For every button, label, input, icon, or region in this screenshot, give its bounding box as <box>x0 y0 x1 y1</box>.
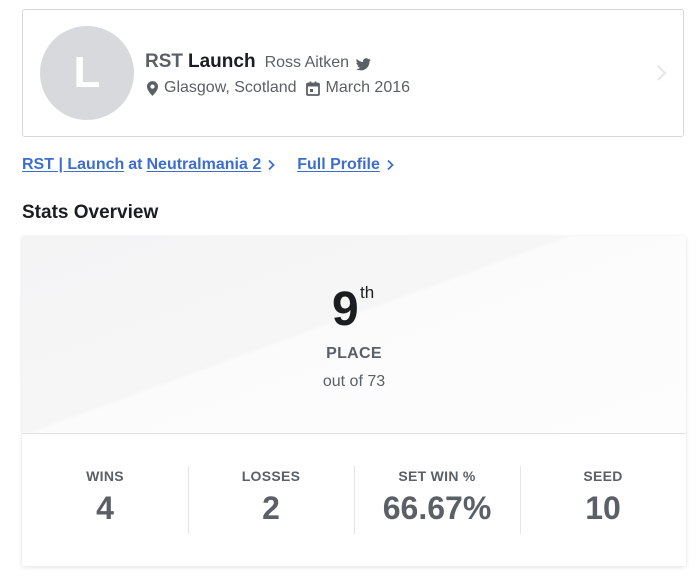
stat-label: WINS <box>86 468 124 484</box>
stats-card: 9 th PLACE out of 73 WINS 4 LOSSES 2 SET… <box>22 236 686 566</box>
map-pin-icon <box>147 80 158 96</box>
placement-suffix: th <box>360 283 375 302</box>
chevron-right-icon[interactable] <box>267 159 275 171</box>
stat-losses: LOSSES 2 <box>188 434 354 566</box>
calendar-icon <box>305 81 320 96</box>
profile-card[interactable]: L RST Launch Ross Aitken Glasgow, Scotla… <box>22 9 684 137</box>
breadcrumb-links: RST | Launch at Neutralmania 2 Full Prof… <box>22 156 394 174</box>
player-location: Glasgow, Scotland <box>164 79 297 96</box>
placement-total: out of 73 <box>322 373 386 390</box>
stats-row: WINS 4 LOSSES 2 SET WIN % 66.67% SEED 10 <box>22 434 686 566</box>
player-tag-link[interactable]: RST | Launch <box>22 156 124 174</box>
player-meta-row: Glasgow, Scotland March 2016 <box>147 79 410 97</box>
player-real-name: Ross Aitken <box>264 54 350 71</box>
tournament-link[interactable]: Neutralmania 2 <box>147 156 262 174</box>
stat-value: 66.67% <box>382 490 492 526</box>
chevron-right-icon[interactable] <box>655 64 667 82</box>
stat-set-win-percent: SET WIN % 66.67% <box>354 434 520 566</box>
stat-seed: SEED 10 <box>520 434 686 566</box>
player-joined-date: March 2016 <box>325 79 411 96</box>
stat-label: LOSSES <box>241 468 301 484</box>
avatar: L <box>40 26 134 120</box>
stat-wins: WINS 4 <box>22 434 188 566</box>
avatar-initial: L <box>73 48 101 97</box>
player-prefix: RST <box>145 51 183 72</box>
placement-number: 9 <box>332 283 359 336</box>
at-text: at <box>128 156 143 173</box>
stat-label: SET WIN % <box>398 468 476 484</box>
twitter-icon[interactable] <box>356 57 371 71</box>
stat-value: 10 <box>585 490 621 526</box>
stat-value: 2 <box>262 490 280 526</box>
chevron-right-icon[interactable] <box>386 159 394 171</box>
placement-panel: 9 th PLACE out of 73 <box>22 236 686 434</box>
player-name-row: RST Launch Ross Aitken <box>145 51 371 73</box>
player-gamertag: Launch <box>188 51 256 72</box>
stat-value: 4 <box>96 490 114 526</box>
placement-label: PLACE <box>326 345 382 362</box>
section-title: Stats Overview <box>22 202 159 223</box>
full-profile-link[interactable]: Full Profile <box>297 156 380 174</box>
stat-label: SEED <box>583 468 623 484</box>
